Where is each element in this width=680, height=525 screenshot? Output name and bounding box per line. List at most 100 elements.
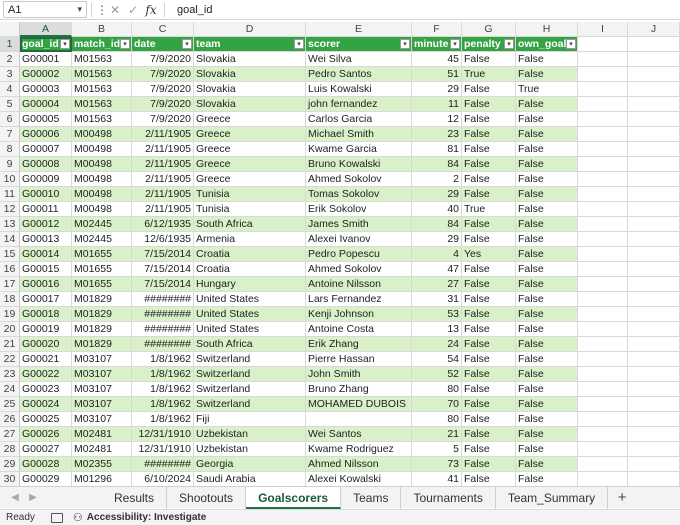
cell[interactable] <box>628 397 680 412</box>
cell[interactable] <box>578 232 628 247</box>
cell[interactable]: False <box>516 247 578 262</box>
cell[interactable]: 29 <box>412 82 462 97</box>
cell[interactable]: False <box>462 127 516 142</box>
cell[interactable]: Wei Silva <box>306 52 412 67</box>
row-header[interactable]: 6 <box>0 112 20 127</box>
row-header[interactable]: 12 <box>0 202 20 217</box>
chevron-down-icon[interactable]: ▾ <box>77 4 82 15</box>
add-sheet-button[interactable]: + <box>608 489 636 506</box>
row-header[interactable]: 2 <box>0 52 20 67</box>
cell[interactable]: G00021 <box>20 352 72 367</box>
cell[interactable]: 47 <box>412 262 462 277</box>
column-header-g[interactable]: G <box>462 22 516 37</box>
cell[interactable]: M03107 <box>72 397 132 412</box>
cell[interactable] <box>578 352 628 367</box>
cell[interactable]: G00012 <box>20 217 72 232</box>
cell[interactable]: 80 <box>412 412 462 427</box>
cell[interactable]: False <box>462 262 516 277</box>
cell[interactable]: 41 <box>412 472 462 487</box>
cell[interactable]: Slovakia <box>194 67 306 82</box>
cell[interactable]: Croatia <box>194 262 306 277</box>
cancel-icon[interactable]: ✕ <box>106 3 124 17</box>
row-header[interactable]: 8 <box>0 142 20 157</box>
header-cell-date[interactable]: date ▾ <box>132 37 194 52</box>
cell[interactable] <box>578 322 628 337</box>
cell[interactable]: 21 <box>412 427 462 442</box>
cell[interactable]: Uzbekistan <box>194 442 306 457</box>
column-header-f[interactable]: F <box>412 22 462 37</box>
cell[interactable]: Antoine Costa <box>306 322 412 337</box>
cell[interactable]: M02481 <box>72 442 132 457</box>
cell[interactable] <box>628 412 680 427</box>
prev-sheet-icon[interactable]: ◀ <box>6 492 24 503</box>
header-cell-match-id[interactable]: match_id ▾ <box>72 37 132 52</box>
cell[interactable]: Tunisia <box>194 202 306 217</box>
cell[interactable]: ######## <box>132 457 194 472</box>
cell[interactable]: False <box>516 442 578 457</box>
cell[interactable]: Ahmed Sokolov <box>306 172 412 187</box>
tab-tournaments[interactable]: Tournaments <box>401 486 496 509</box>
cell[interactable]: G00011 <box>20 202 72 217</box>
cell[interactable]: M03107 <box>72 412 132 427</box>
cell[interactable]: M01655 <box>72 262 132 277</box>
cell[interactable]: False <box>462 397 516 412</box>
cell[interactable]: 1/8/1962 <box>132 367 194 382</box>
cell[interactable]: G00010 <box>20 187 72 202</box>
cell[interactable] <box>628 457 680 472</box>
header-cell-scorer[interactable]: scorer ▾ <box>306 37 412 52</box>
row-header[interactable]: 24 <box>0 382 20 397</box>
cell[interactable]: 23 <box>412 127 462 142</box>
cell[interactable] <box>578 97 628 112</box>
cell[interactable]: M01563 <box>72 82 132 97</box>
cell[interactable]: Hungary <box>194 277 306 292</box>
cell[interactable]: False <box>462 337 516 352</box>
cell[interactable]: G00009 <box>20 172 72 187</box>
cell[interactable]: 24 <box>412 337 462 352</box>
cell[interactable] <box>578 427 628 442</box>
cell[interactable]: False <box>462 472 516 487</box>
cell[interactable] <box>628 442 680 457</box>
row-header[interactable]: 7 <box>0 127 20 142</box>
cell[interactable] <box>578 67 628 82</box>
cell[interactable]: 4 <box>412 247 462 262</box>
cell[interactable]: John Smith <box>306 367 412 382</box>
cell[interactable]: 7/15/2014 <box>132 247 194 262</box>
cell[interactable]: Alexei Kowalski <box>306 472 412 487</box>
cell[interactable]: 2/11/1905 <box>132 157 194 172</box>
cell[interactable] <box>578 187 628 202</box>
cell[interactable]: False <box>516 112 578 127</box>
confirm-icon[interactable]: ✓ <box>124 3 142 17</box>
cell[interactable]: G00018 <box>20 307 72 322</box>
cell[interactable] <box>578 367 628 382</box>
cell[interactable]: Erik Sokolov <box>306 202 412 217</box>
cell[interactable]: Bruno Kowalski <box>306 157 412 172</box>
cell[interactable]: South Africa <box>194 217 306 232</box>
cell[interactable] <box>628 52 680 67</box>
cell[interactable]: Ahmed Nilsson <box>306 457 412 472</box>
row-header[interactable]: 10 <box>0 172 20 187</box>
cell[interactable]: Switzerland <box>194 367 306 382</box>
cell[interactable] <box>628 352 680 367</box>
cell[interactable]: Armenia <box>194 232 306 247</box>
cell[interactable]: Tomas Sokolov <box>306 187 412 202</box>
cell[interactable]: Pedro Popescu <box>306 247 412 262</box>
cell[interactable]: False <box>516 352 578 367</box>
cell[interactable]: False <box>516 172 578 187</box>
cell[interactable]: 2/11/1905 <box>132 202 194 217</box>
cell[interactable]: ######## <box>132 307 194 322</box>
cell[interactable]: False <box>462 217 516 232</box>
cell[interactable]: 45 <box>412 52 462 67</box>
cell[interactable]: M01655 <box>72 277 132 292</box>
cell[interactable]: False <box>462 307 516 322</box>
cell[interactable]: False <box>516 157 578 172</box>
header-cell-goal-id[interactable]: goal_id ▾ <box>20 37 72 52</box>
cell[interactable]: Greece <box>194 157 306 172</box>
cell[interactable]: G00019 <box>20 322 72 337</box>
cell[interactable]: 7/9/2020 <box>132 97 194 112</box>
cell[interactable]: United States <box>194 307 306 322</box>
cell[interactable]: 40 <box>412 202 462 217</box>
cell[interactable]: M02445 <box>72 217 132 232</box>
cell[interactable]: 13 <box>412 322 462 337</box>
cell[interactable]: Greece <box>194 172 306 187</box>
cell[interactable]: False <box>462 322 516 337</box>
